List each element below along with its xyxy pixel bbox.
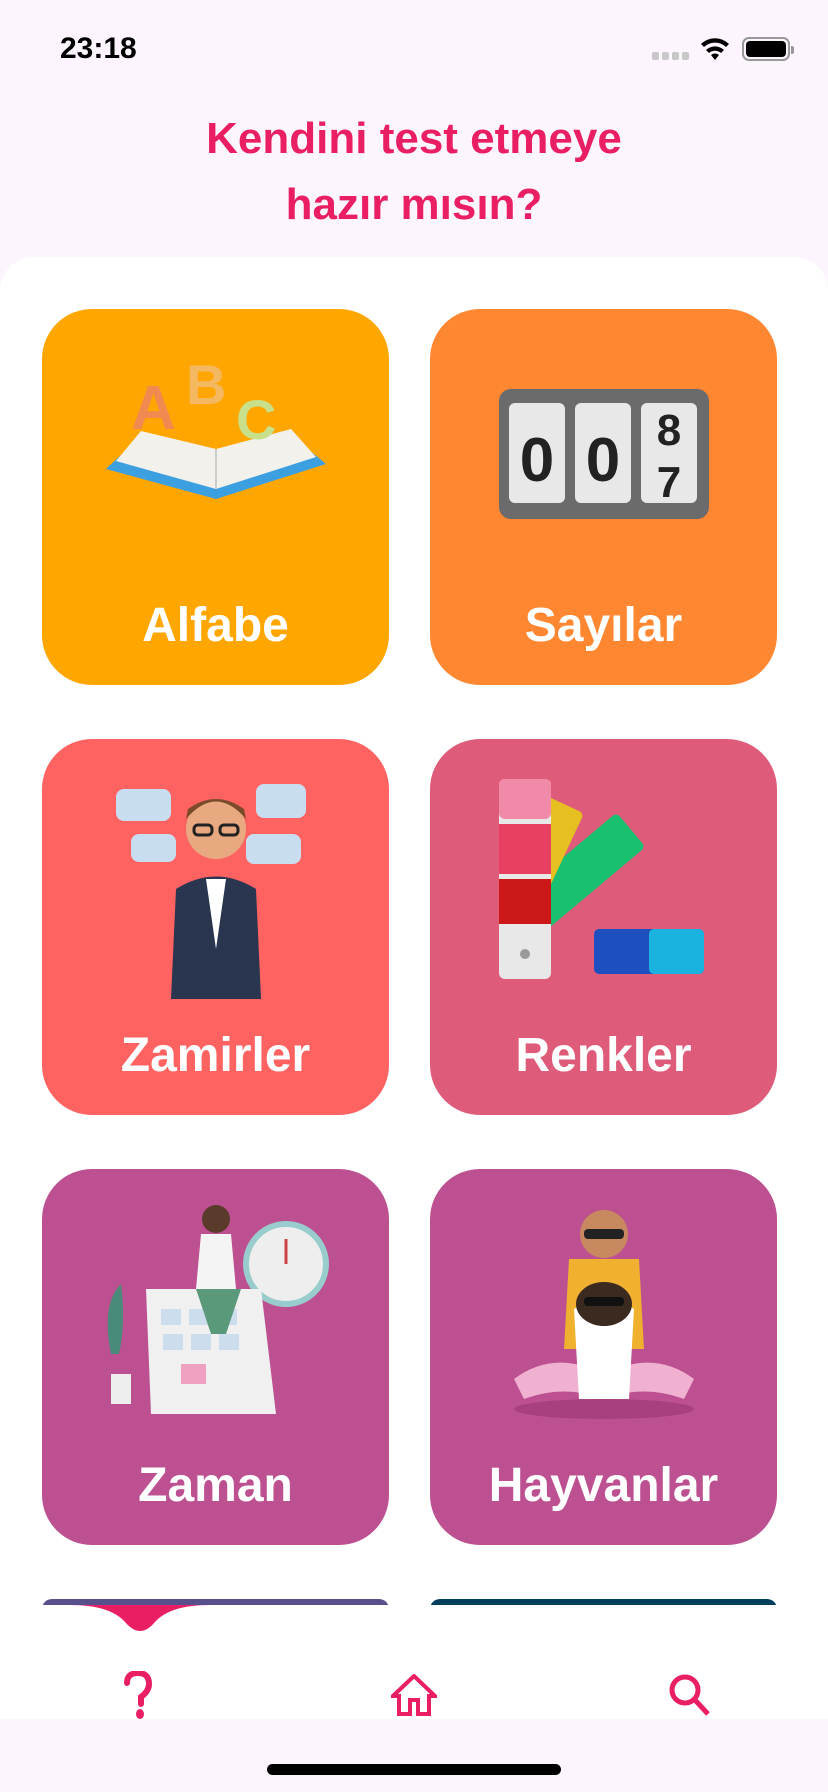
tab-bar	[0, 1605, 828, 1719]
person-with-dog-icon	[513, 1210, 694, 1419]
title-line-1: Kendini test etmeye	[206, 114, 622, 163]
active-tab-indicator	[70, 1605, 210, 1631]
abc-book-icon: A B C	[105, 353, 326, 499]
category-label: Sayılar	[524, 599, 683, 652]
category-label: Zamirler	[120, 1029, 311, 1082]
category-card-sayilar[interactable]: 0 0 8 7 Sayılar	[430, 309, 777, 685]
tab-search[interactable]	[660, 1665, 720, 1725]
home-icon	[391, 1674, 437, 1716]
tab-home[interactable]	[384, 1665, 444, 1725]
category-card-renkler[interactable]: Renkler	[430, 739, 777, 1115]
category-card-alfabe[interactable]: A B C Alfabe	[42, 309, 389, 685]
status-bar: 23:18	[0, 0, 828, 100]
counter-digit: 7	[656, 458, 680, 507]
page-title: Kendini test etmeye hazır mısın?	[0, 106, 828, 238]
number-counter-icon: 0 0 8 7	[498, 389, 709, 519]
home-indicator[interactable]	[267, 1764, 561, 1775]
svg-text:B: B	[186, 353, 226, 416]
calendar-clock-icon	[107, 1205, 329, 1414]
category-card-zamirler[interactable]: Zamirler	[42, 739, 389, 1115]
category-grid: A B C Alfabe 0 0 8 7 Sayılar Zamirler Re…	[0, 257, 828, 1719]
category-label: Alfabe	[142, 599, 289, 652]
counter-digit: 0	[585, 426, 619, 495]
cellular-signal-icon	[652, 52, 689, 60]
category-label: Renkler	[515, 1029, 692, 1082]
svg-text:A: A	[131, 374, 176, 443]
svg-text:C: C	[236, 388, 276, 451]
battery-icon	[742, 37, 794, 61]
category-label: Zaman	[138, 1459, 293, 1512]
thinking-person-icon	[115, 784, 306, 999]
title-line-2: hazır mısın?	[285, 180, 543, 229]
question-icon	[124, 1671, 153, 1719]
counter-digit: 0	[519, 426, 553, 495]
category-label: Hayvanlar	[488, 1459, 719, 1512]
status-time: 23:18	[60, 32, 137, 65]
category-card-hayvanlar[interactable]: Hayvanlar	[430, 1169, 777, 1545]
tab-quiz[interactable]	[108, 1665, 168, 1725]
wifi-icon	[701, 38, 729, 60]
category-card-zaman[interactable]: Zaman	[42, 1169, 389, 1545]
search-icon	[669, 1674, 710, 1716]
counter-digit: 8	[656, 406, 680, 455]
color-palette-icon	[498, 779, 704, 979]
